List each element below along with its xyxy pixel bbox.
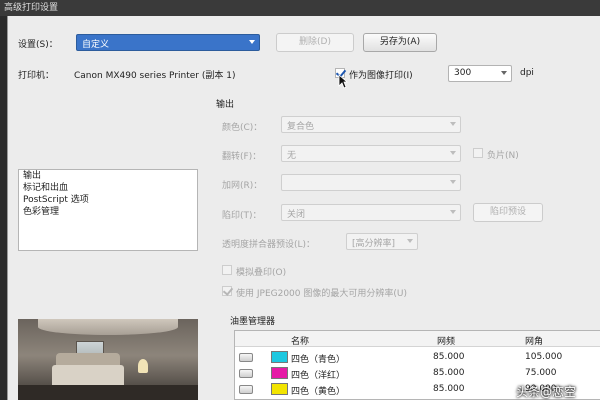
- ink-manager-title: 油墨管理器: [230, 317, 276, 327]
- chevron-down-icon: [249, 40, 255, 44]
- chevron-down-icon: [450, 210, 456, 214]
- preset-value: 自定义: [82, 40, 110, 50]
- ink-swatch: [271, 367, 288, 379]
- color-value: 复合色: [287, 122, 315, 132]
- chevron-down-icon: [450, 122, 456, 126]
- color-select[interactable]: 复合色: [281, 116, 461, 133]
- dpi-unit: dpi: [520, 68, 534, 78]
- printer-icon: [239, 353, 253, 362]
- list-item-output[interactable]: 输出: [19, 170, 197, 182]
- delete-button[interactable]: 删除(D): [276, 33, 354, 52]
- negative-label: 负片(N): [487, 151, 519, 161]
- flip-value: 无: [287, 151, 297, 161]
- table-row[interactable]: 四色（洋红） 85.000 75.000: [235, 366, 600, 381]
- table-header: 名称 网频 网角: [235, 331, 600, 347]
- flattener-label: 透明度拼合器预设(L)：: [222, 240, 316, 250]
- simulate-overprint-label: 模拟叠印(O): [236, 268, 287, 278]
- dpi-value: 300: [454, 68, 472, 78]
- table-row[interactable]: 四色（青色） 85.000 105.000: [235, 350, 600, 365]
- list-item-color-management[interactable]: 色彩管理: [19, 206, 197, 218]
- chevron-down-icon: [407, 239, 413, 243]
- column-frequency: 网频: [437, 337, 456, 347]
- color-label: 颜色(C)：: [222, 123, 263, 133]
- printer-icon: [239, 369, 253, 378]
- negative-checkbox[interactable]: [473, 148, 483, 158]
- flip-select[interactable]: 无: [281, 145, 461, 162]
- printer-icon: [239, 385, 253, 394]
- save-as-button[interactable]: 另存为(A): [363, 33, 437, 52]
- ink-frequency: 85.000: [433, 352, 465, 362]
- settings-label: 设置(S)：: [18, 40, 58, 50]
- dpi-select[interactable]: 300: [448, 65, 512, 82]
- ink-angle: 75.000: [525, 368, 557, 378]
- jpeg2000-checkbox[interactable]: [222, 286, 232, 296]
- ink-name: 四色（黄色）: [291, 387, 346, 397]
- print-as-image-label: 作为图像打印(I): [349, 71, 413, 81]
- window-title: 高级打印设置: [0, 0, 600, 16]
- ink-swatch: [271, 351, 288, 363]
- chevron-down-icon: [501, 71, 507, 75]
- screening-select[interactable]: [281, 174, 461, 191]
- column-name: 名称: [291, 337, 310, 347]
- jpeg2000-label: 使用 JPEG2000 图像的最大可用分辨率(U): [236, 289, 407, 299]
- ink-swatch: [271, 383, 288, 395]
- printer-name: Canon MX490 series Printer (副本 1): [74, 71, 236, 81]
- ink-frequency: 85.000: [433, 368, 465, 378]
- preset-select[interactable]: 自定义: [76, 34, 260, 51]
- mouse-cursor-icon: [338, 74, 349, 92]
- list-item-marks-and-bleed[interactable]: 标记和出血: [19, 182, 197, 194]
- list-item-postscript-options[interactable]: PostScript 选项: [19, 194, 197, 206]
- trapping-value: 关闭: [287, 210, 306, 220]
- ink-name: 四色（洋红）: [291, 371, 346, 381]
- flip-label: 翻转(F)：: [222, 152, 262, 162]
- flattener-value: [高分辨率]: [352, 239, 396, 249]
- flattener-select[interactable]: [高分辨率]: [346, 233, 418, 250]
- column-angle: 网角: [525, 337, 544, 347]
- watermark-text: 头条@恋空: [516, 385, 577, 399]
- screening-label: 加网(R)：: [222, 181, 263, 191]
- ink-frequency: 85.000: [433, 384, 465, 394]
- preview-image: [18, 319, 198, 400]
- chevron-down-icon: [450, 180, 456, 184]
- printer-label: 打印机：: [18, 71, 55, 81]
- ink-angle: 105.000: [525, 352, 563, 362]
- ink-name: 四色（青色）: [291, 355, 346, 365]
- chevron-down-icon: [450, 151, 456, 155]
- category-list[interactable]: 输出 标记和出血 PostScript 选项 色彩管理: [18, 169, 198, 251]
- trapping-select[interactable]: 关闭: [281, 204, 461, 221]
- trapping-label: 陷印(T)：: [222, 211, 262, 221]
- advanced-print-settings-dialog: 设置(S)： 自定义 删除(D) 另存为(A) 打印机： Canon MX490…: [7, 16, 600, 400]
- simulate-overprint-checkbox[interactable]: [222, 265, 232, 275]
- output-section-title: 输出: [216, 100, 235, 110]
- trap-presets-button[interactable]: 陷印预设: [473, 203, 543, 222]
